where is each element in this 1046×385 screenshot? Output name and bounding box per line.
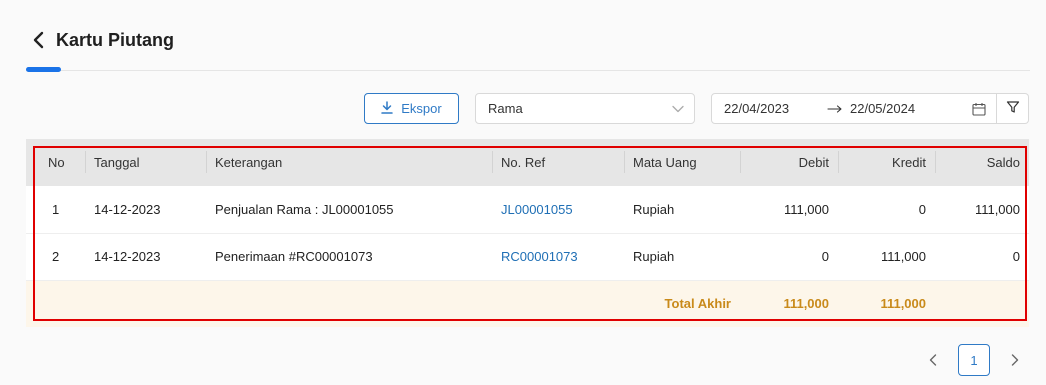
- pagination: 1: [920, 344, 1028, 376]
- col-header-debit: Debit: [740, 139, 838, 186]
- customer-select[interactable]: Rama: [475, 93, 695, 124]
- active-tab-indicator: [26, 67, 61, 72]
- prev-page-icon[interactable]: [920, 344, 946, 376]
- table-row: 2 14-12-2023 Penerimaan #RC00001073 RC00…: [26, 233, 1029, 280]
- arrow-right-icon: [824, 104, 846, 113]
- chevron-down-icon: [672, 101, 684, 116]
- download-icon: [381, 100, 394, 117]
- cell-tanggal: 14-12-2023: [94, 201, 161, 217]
- col-header-kredit: Kredit: [838, 139, 935, 186]
- next-page-icon[interactable]: [1002, 344, 1028, 376]
- filter-button[interactable]: [997, 93, 1029, 124]
- toolbar: Ekspor Rama 22/04/2023 22/05/2024: [0, 93, 1046, 125]
- page-title: Kartu Piutang: [56, 29, 175, 50]
- cell-kredit: 111,000: [880, 249, 926, 264]
- col-header-keterangan: Keterangan: [206, 139, 492, 186]
- ledger-table-container: No Tanggal Keterangan No. Ref Mata Uang …: [26, 139, 1029, 327]
- cell-saldo: 111,000: [974, 201, 1020, 217]
- cell-saldo: 0: [1012, 249, 1020, 264]
- cell-keterangan: Penerimaan #RC00001073: [215, 249, 373, 264]
- col-header-mata-uang: Mata Uang: [624, 139, 740, 186]
- cell-keterangan: Penjualan Rama : JL00001055: [215, 201, 394, 217]
- total-kredit: 111,000: [880, 296, 926, 312]
- col-header-saldo: Saldo: [935, 139, 1029, 186]
- total-debit: 111,000: [783, 296, 829, 312]
- cell-mata-uang: Rupiah: [633, 249, 675, 264]
- date-range-picker[interactable]: 22/04/2023 22/05/2024: [711, 93, 997, 124]
- total-row: Total Akhir 111,000 111,000: [26, 280, 1029, 327]
- cell-debit: 0: [821, 249, 829, 264]
- date-to-input[interactable]: 22/05/2024: [850, 101, 950, 116]
- export-label: Ekspor: [401, 101, 442, 116]
- col-header-tanggal: Tanggal: [85, 139, 206, 186]
- calendar-icon[interactable]: [972, 102, 986, 116]
- col-header-no-ref: No. Ref: [492, 139, 624, 186]
- cell-tanggal: 14-12-2023: [94, 249, 161, 264]
- ledger-table: No Tanggal Keterangan No. Ref Mata Uang …: [26, 139, 1029, 327]
- ref-link[interactable]: JL00001055: [492, 186, 624, 233]
- cell-mata-uang: Rupiah: [633, 201, 675, 217]
- col-header-no: No: [48, 155, 65, 170]
- export-button[interactable]: Ekspor: [364, 93, 459, 124]
- back-arrow-icon[interactable]: [28, 28, 48, 52]
- total-label: Total Akhir: [664, 296, 731, 312]
- cell-debit: 111,000: [783, 201, 829, 217]
- tab-divider: [26, 70, 1030, 71]
- cell-no: 1: [52, 201, 60, 217]
- table-header-row: No Tanggal Keterangan No. Ref Mata Uang …: [26, 139, 1029, 186]
- cell-kredit: 0: [918, 201, 926, 217]
- customer-select-value: Rama: [488, 101, 523, 116]
- ref-link[interactable]: RC00001073: [492, 233, 624, 280]
- filter-icon: [1006, 100, 1020, 117]
- page-header: Kartu Piutang: [28, 28, 174, 52]
- page-number-button[interactable]: 1: [958, 344, 990, 376]
- date-from-input[interactable]: 22/04/2023: [724, 101, 824, 116]
- cell-no: 2: [52, 249, 60, 264]
- total-saldo-empty: [935, 280, 1029, 327]
- table-row: 1 14-12-2023 Penjualan Rama : JL00001055…: [26, 186, 1029, 233]
